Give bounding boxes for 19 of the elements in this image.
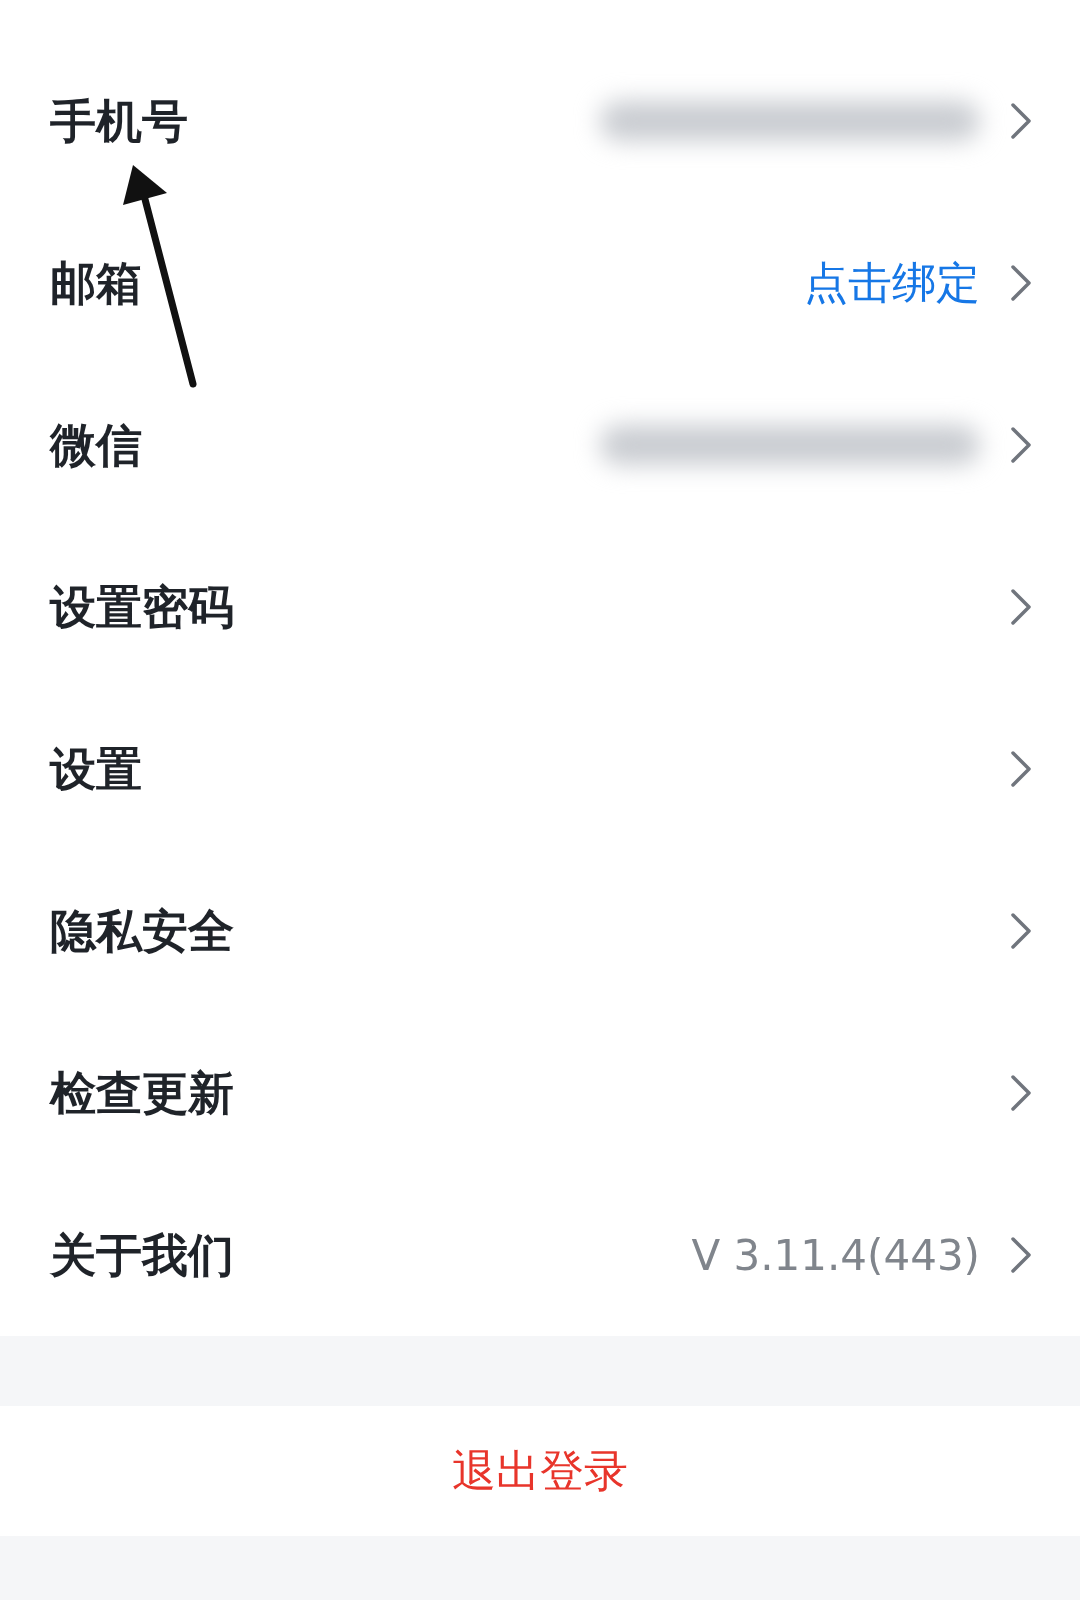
chevron-icon	[1010, 264, 1032, 302]
logout-button[interactable]: 退出登录	[0, 1406, 1080, 1536]
version-text: V 3.11.4(443)	[691, 1229, 980, 1282]
chevron-icon	[1010, 1236, 1032, 1274]
bind-link[interactable]: 点击绑定	[804, 250, 980, 316]
chevron-icon	[1010, 588, 1032, 626]
chevron-icon	[1010, 750, 1032, 788]
row-label: 邮箱	[50, 254, 142, 312]
row-label: 微信	[50, 416, 142, 474]
chevron-icon	[1010, 102, 1032, 140]
row-label: 检查更新	[50, 1064, 234, 1122]
chevron-icon	[1010, 426, 1032, 464]
row-label: 隐私安全	[50, 902, 234, 960]
row-label: 设置密码	[50, 578, 234, 636]
row-label: 关于我们	[50, 1226, 234, 1284]
row-label: 设置	[50, 740, 142, 798]
chevron-icon	[1010, 1074, 1032, 1112]
row-label: 手机号	[50, 92, 188, 150]
chevron-icon	[1010, 912, 1032, 950]
